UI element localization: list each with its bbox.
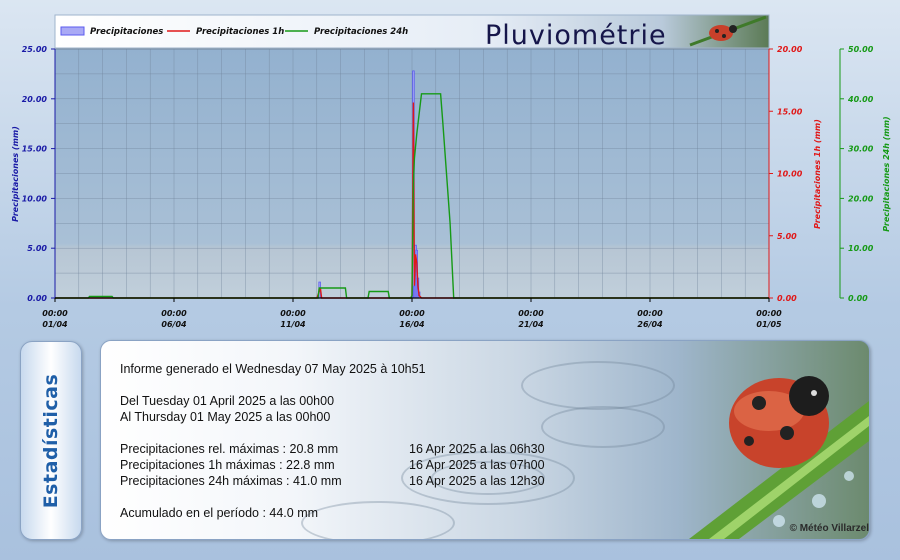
x-axis-tick-time: 00:00 (518, 309, 544, 318)
x-axis-tick-time: 00:00 (42, 309, 68, 318)
legend-label-precipitaciones-1h: Precipitaciones 1h (196, 27, 284, 37)
ladybug-illustration (689, 376, 869, 539)
right2-axis-label: Precipitaciones 24h (mm) (882, 116, 891, 231)
legend-item-precipitaciones: Precipitaciones (60, 26, 163, 37)
legend: Precipitaciones Precipitaciones 1h Preci… (60, 26, 408, 37)
right1-axis-tick-label: 0.00 (777, 294, 797, 303)
left-axis-tick-label: 0.00 (27, 294, 47, 303)
cumulative: Acumulado en el período : 44.0 mm (120, 506, 319, 520)
rel-max-row: Precipitaciones rel. máximas : 20.8 mm 1… (120, 441, 545, 457)
stats-tab: Estadísticas (20, 341, 82, 540)
right1-axis-tick-label: 20.00 (777, 45, 803, 54)
legend-swatch-precipitaciones (60, 26, 85, 36)
x-axis-tick-date: 11/04 (280, 320, 306, 329)
x-axis-tick-date: 21/04 (518, 320, 544, 329)
stats-panel: Informe generado el Wednesday 07 May 202… (100, 340, 870, 540)
x-axis-tick-date: 01/04 (42, 320, 68, 329)
water-ripple (521, 361, 675, 410)
left-axis-tick-label: 10.00 (22, 194, 48, 203)
left-axis-tick-label: 25.00 (22, 45, 48, 54)
copyright: © Météo Villarzel (789, 523, 869, 534)
left-axis-tick-label: 5.00 (27, 244, 47, 253)
max-1h-row: Precipitaciones 1h máximas : 22.8 mm 16 … (120, 457, 545, 473)
x-axis-tick-time: 00:00 (280, 309, 306, 318)
right2-axis-tick-label: 20.00 (848, 194, 874, 203)
left-axis-label: Precipitaciones (mm) (11, 126, 20, 222)
right1-axis-tick-label: 15.00 (777, 107, 803, 116)
max-1h-date: 16 Apr 2025 a las 07h00 (409, 458, 545, 472)
period-from: Del Tuesday 01 April 2025 a las 00h00 (120, 394, 335, 408)
rel-max-label: Precipitaciones rel. máximas : 20.8 mm (120, 442, 339, 456)
x-axis-tick-time: 00:00 (399, 309, 425, 318)
legend-label-precipitaciones-24h: Precipitaciones 24h (314, 27, 408, 37)
chart-area: 0.00 5.00 10.00 15.00 20.00 25.00 0.00 5.00 10.0… (11, 14, 891, 329)
right1-axis-tick-label: 5.00 (777, 232, 797, 241)
max-24h-row: Precipitaciones 24h máximas : 41.0 mm 16… (120, 473, 545, 489)
left-axis-tick-label: 15.00 (22, 145, 48, 154)
x-axis-tick-time: 00:00 (637, 309, 663, 318)
stats-tab-label: Estadísticas (40, 373, 62, 508)
x-axis-tick-time: 00:00 (161, 309, 187, 318)
x-axis-tick-date: 16/04 (399, 320, 425, 329)
period-to: Al Thursday 01 May 2025 a las 00h00 (120, 410, 331, 424)
right1-axis-label: Precipitaciones 1h (mm) (813, 119, 822, 229)
max-24h-label: Precipitaciones 24h máximas : 41.0 mm (120, 474, 342, 488)
right2-axis-tick-label: 30.00 (848, 145, 874, 154)
right2-axis-tick-label: 40.00 (847, 95, 874, 104)
max-1h-label: Precipitaciones 1h máximas : 22.8 mm (120, 458, 335, 472)
legend-label-precipitaciones: Precipitaciones (90, 27, 163, 37)
x-axis-tick-date: 26/04 (637, 320, 663, 329)
right1-axis-tick-label: 10.00 (777, 170, 803, 179)
water-ripple (541, 406, 665, 448)
report-generated: Informe generado el Wednesday 07 May 202… (120, 362, 426, 376)
rel-max-date: 16 Apr 2025 a las 06h30 (409, 442, 545, 456)
stats-text: Informe generado el Wednesday 07 May 202… (120, 361, 545, 521)
chart-title: Pluviométrie (485, 20, 667, 51)
left-axis-tick-label: 20.00 (22, 95, 48, 104)
max-24h-date: 16 Apr 2025 a las 12h30 (409, 474, 545, 488)
x-axis-tick-time: 00:00 (756, 309, 782, 318)
right2-axis-tick-label: 10.00 (848, 244, 874, 253)
x-axis-tick-date: 01/05 (756, 320, 782, 329)
right2-axis-tick-label: 50.00 (848, 45, 874, 54)
right2-axis-tick-label: 0.00 (848, 294, 868, 303)
x-axis-tick-date: 06/04 (161, 320, 187, 329)
